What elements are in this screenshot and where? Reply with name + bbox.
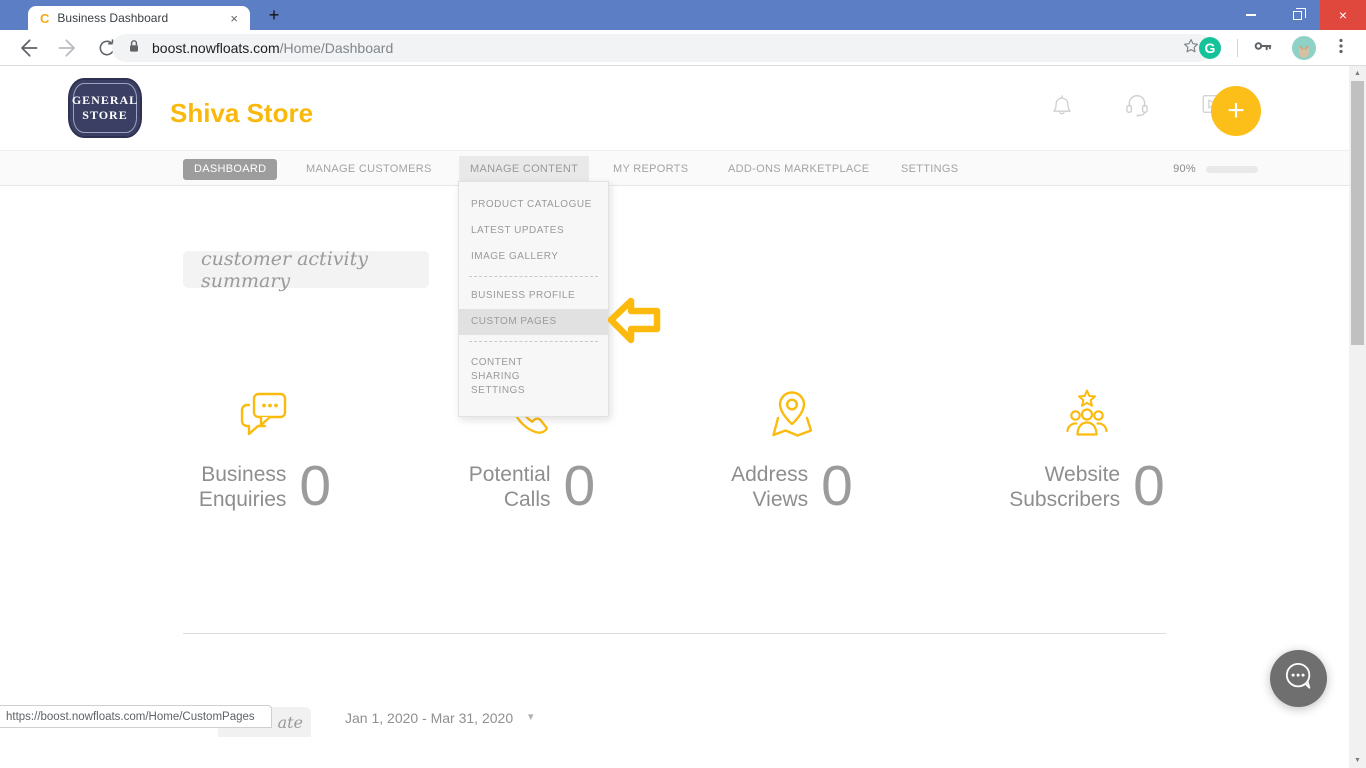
forward-icon[interactable] bbox=[56, 36, 80, 60]
menu-image-gallery[interactable]: IMAGE GALLERY bbox=[459, 244, 608, 270]
chat-bubble-icon bbox=[1281, 658, 1317, 699]
window-titlebar: C Business Dashboard × + × bbox=[0, 0, 1366, 30]
lock-icon bbox=[126, 38, 142, 59]
menu-product-catalogue[interactable]: PRODUCT CATALOGUE bbox=[459, 192, 608, 218]
close-button[interactable]: × bbox=[1320, 0, 1366, 30]
browser-tab[interactable]: C Business Dashboard × bbox=[28, 6, 250, 30]
page-scrollbar[interactable]: ▲ ▼ bbox=[1349, 66, 1366, 768]
manage-content-dropdown: PRODUCT CATALOGUE LATEST UPDATES IMAGE G… bbox=[458, 181, 609, 417]
browser-menu-icon[interactable] bbox=[1332, 37, 1350, 60]
menu-content-sharing-settings[interactable]: CONTENT SHARING SETTINGS bbox=[459, 348, 569, 406]
stat-label: Potential bbox=[469, 463, 551, 486]
subscribers-icon bbox=[1059, 388, 1115, 445]
logo-text-line1: GENERAL bbox=[72, 93, 138, 108]
minimize-button[interactable] bbox=[1228, 0, 1274, 30]
store-logo[interactable]: GENERAL STORE bbox=[68, 78, 142, 138]
nav-my-reports[interactable]: MY REPORTS bbox=[613, 151, 688, 187]
menu-divider bbox=[469, 341, 598, 342]
map-pin-icon bbox=[764, 388, 820, 445]
logo-text-line2: STORE bbox=[82, 108, 127, 123]
window-controls: × bbox=[1228, 0, 1366, 30]
scroll-up-icon[interactable]: ▲ bbox=[1349, 66, 1366, 81]
nav-manage-customers[interactable]: MANAGE CUSTOMERS bbox=[306, 151, 432, 187]
stat-value: 0 bbox=[821, 458, 853, 515]
menu-custom-pages[interactable]: CUSTOM PAGES bbox=[459, 309, 608, 335]
progress-label: 90% bbox=[1173, 163, 1196, 175]
new-tab-button[interactable]: + bbox=[262, 3, 286, 27]
date-range[interactable]: Jan 1, 2020 - Mar 31, 2020 bbox=[345, 710, 513, 726]
url-host: boost.nowfloats.com bbox=[152, 40, 280, 56]
back-icon[interactable] bbox=[16, 36, 40, 60]
profile-avatar[interactable] bbox=[1292, 36, 1316, 60]
status-bar-link: https://boost.nowfloats.com/Home/CustomP… bbox=[0, 705, 272, 728]
browser-toolbar: boost.nowfloats.com/Home/Dashboard G bbox=[0, 30, 1366, 66]
scroll-down-icon[interactable]: ▼ bbox=[1349, 753, 1366, 768]
nav-dashboard[interactable]: DASHBOARD bbox=[183, 159, 277, 180]
menu-divider bbox=[469, 276, 598, 277]
add-content-button[interactable]: + bbox=[1211, 86, 1261, 136]
stat-value: 0 bbox=[564, 458, 596, 515]
stat-business-enquiries: BusinessEnquiries 0 bbox=[180, 388, 350, 515]
stat-label: Calls bbox=[504, 488, 551, 511]
progress-bar bbox=[1206, 166, 1258, 173]
nav-settings[interactable]: SETTINGS bbox=[901, 151, 958, 187]
nav-addons-marketplace[interactable]: ADD-ONS MARKETPLACE bbox=[728, 151, 869, 187]
restore-button[interactable] bbox=[1274, 0, 1320, 30]
menu-business-profile[interactable]: BUSINESS PROFILE bbox=[459, 283, 608, 309]
stat-label: Subscribers bbox=[1009, 488, 1120, 511]
grammarly-icon[interactable]: G bbox=[1199, 37, 1221, 59]
password-key-icon[interactable] bbox=[1252, 35, 1274, 62]
site-favicon-icon: C bbox=[40, 12, 49, 25]
url-path: /Home/Dashboard bbox=[280, 40, 394, 56]
caret-down-icon[interactable]: ▾ bbox=[528, 710, 534, 723]
header-icons bbox=[1047, 88, 1229, 125]
stat-address-views: AddressViews 0 bbox=[707, 388, 877, 515]
section-divider bbox=[183, 633, 1166, 634]
summary-title: customer activity summary bbox=[183, 251, 429, 288]
scrollbar-thumb[interactable] bbox=[1351, 81, 1364, 345]
stat-value: 0 bbox=[299, 458, 331, 515]
nav-manage-content[interactable]: MANAGE CONTENT bbox=[459, 156, 589, 182]
tab-title: Business Dashboard bbox=[57, 11, 226, 25]
browser-window: C Business Dashboard × + × boost.nowfloa… bbox=[0, 0, 1366, 768]
url-text: boost.nowfloats.com/Home/Dashboard bbox=[152, 40, 1182, 56]
stat-label: Business bbox=[201, 463, 286, 486]
stat-website-subscribers: WebsiteSubscribers 0 bbox=[985, 388, 1189, 515]
main-navbar: DASHBOARD MANAGE CUSTOMERS MANAGE CONTEN… bbox=[0, 150, 1349, 186]
divider bbox=[1237, 39, 1238, 57]
stat-label: Address bbox=[731, 463, 808, 486]
support-headset-icon[interactable] bbox=[1121, 88, 1153, 125]
chat-icon bbox=[237, 388, 293, 445]
profile-completion: 90% bbox=[1173, 151, 1258, 187]
chat-fab-button[interactable] bbox=[1270, 650, 1327, 707]
tab-close-icon[interactable]: × bbox=[226, 11, 242, 26]
site-header: GENERAL STORE Shiva Store + bbox=[0, 66, 1349, 150]
extension-area: G bbox=[1189, 30, 1356, 66]
stat-label: Website bbox=[1045, 463, 1120, 486]
menu-latest-updates[interactable]: LATEST UPDATES bbox=[459, 218, 608, 244]
callout-arrow-left-icon bbox=[607, 295, 661, 352]
stat-label: Enquiries bbox=[199, 488, 287, 511]
notification-bell-icon[interactable] bbox=[1047, 88, 1077, 125]
store-name: Shiva Store bbox=[170, 98, 313, 129]
stat-label: Views bbox=[753, 488, 809, 511]
url-bar[interactable]: boost.nowfloats.com/Home/Dashboard bbox=[112, 34, 1212, 62]
stat-value: 0 bbox=[1133, 458, 1165, 515]
